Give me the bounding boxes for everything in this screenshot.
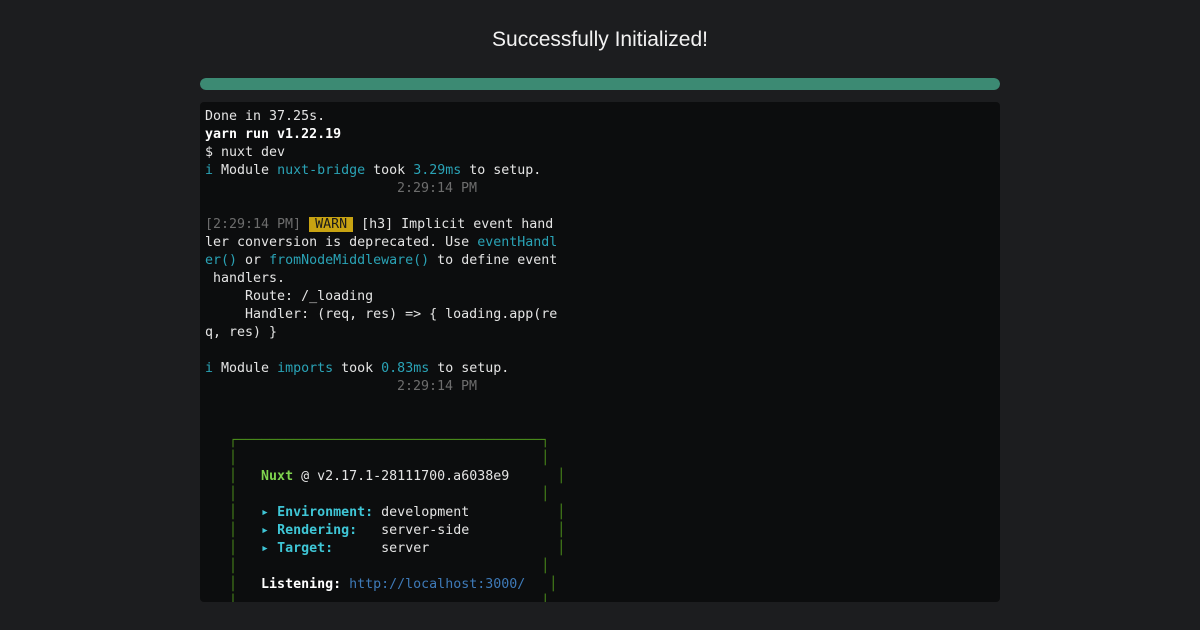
target-line: │ ▸ Target: server │ — [205, 541, 566, 556]
nuxt-version-line: │ Nuxt @ v2.17.1-28111700.a6038e9 │ — [205, 469, 566, 484]
box-border: ┌──────────────────────────────────────┐ — [205, 433, 550, 448]
render-line: │ ▸ Rendering: server-side │ — [205, 523, 566, 538]
module-line: i Module imports took 0.83ms to setup. — [205, 361, 510, 376]
command-line: $ nuxt dev — [205, 145, 286, 160]
nuxt-banner-box: ┌──────────────────────────────────────┐… — [205, 432, 565, 602]
warn-badge: WARN — [309, 217, 354, 232]
info-icon: i — [205, 163, 214, 178]
info-icon: i — [205, 361, 214, 376]
box-border: │ │ — [205, 487, 550, 502]
progress-bar — [200, 78, 1000, 90]
warn-line: Route: /_loading — [205, 289, 374, 304]
box-border: │ │ — [205, 559, 550, 574]
localhost-link[interactable]: http://localhost:3000/ — [349, 577, 525, 592]
warn-line: ler conversion is deprecated. Use eventH… — [205, 235, 558, 250]
page-title: Successfully Initialized! — [492, 28, 708, 51]
env-line: │ ▸ Environment: development │ — [205, 505, 566, 520]
warn-line: [2:29:14 PM] WARN [h3] Implicit event ha… — [205, 217, 554, 232]
box-border: │ │ — [205, 594, 565, 602]
listening-line: │ Listening: http://localhost:3000/ │ — [205, 577, 558, 592]
arrow-icon: ▸ — [261, 541, 270, 556]
arrow-icon: ▸ — [261, 523, 270, 538]
warn-line: handlers. — [205, 271, 286, 286]
box-border: │ │ — [205, 451, 550, 466]
done-line: Done in 37.25s. — [205, 109, 326, 124]
warn-line: Handler: (req, res) => { loading.app(re — [205, 307, 558, 322]
terminal-output[interactable]: Done in 37.25s. yarn run v1.22.19 $ nuxt… — [200, 102, 1000, 602]
warn-line: er() or fromNodeMiddleware() to define e… — [205, 253, 558, 268]
timestamp: 2:29:14 PM — [397, 379, 478, 394]
timestamp: 2:29:14 PM — [397, 181, 478, 196]
nuxt-logo-text: Nuxt — [261, 469, 294, 484]
progress-fill — [200, 78, 1000, 90]
warn-line: q, res) } — [205, 325, 278, 340]
arrow-icon: ▸ — [261, 505, 270, 520]
module-line: i Module nuxt-bridge took 3.29ms to setu… — [205, 163, 542, 178]
yarn-line: yarn run v1.22.19 — [205, 127, 342, 142]
